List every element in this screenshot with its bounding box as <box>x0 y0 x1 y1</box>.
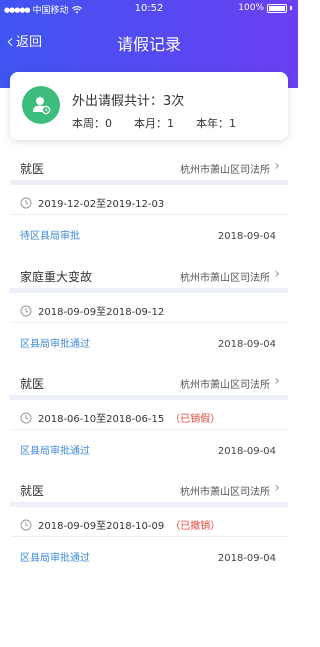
leave-record-card: 就医 杭州市萧山区司法所 › 2018-06-10至2018-06-15 （已销… <box>0 367 298 472</box>
section-divider <box>10 180 288 185</box>
judicial-office: 杭州市萧山区司法所 <box>180 487 270 498</box>
section-divider <box>10 502 288 507</box>
leave-record-card: 就医 杭州市萧山区司法所 › 2018-09-09至2018-10-09 （已撤… <box>0 474 298 579</box>
record-header[interactable]: 家庭重大变故 杭州市萧山区司法所 › <box>0 260 298 290</box>
leave-type: 就医 <box>20 162 45 176</box>
row-divider <box>10 322 288 323</box>
leave-period: 2018-09-09至2018-09-12 <box>20 303 170 318</box>
apply-date: 2018-09-04 <box>217 446 276 457</box>
month-count: 本月：1 <box>134 117 174 130</box>
approval-status: 区县局审批通过 <box>20 446 90 457</box>
total-leave-count: 外出请假共计：3次 <box>72 94 185 109</box>
status-bar: ●●●●● 中国移动 10:52 100% <box>0 0 298 18</box>
chevron-right-icon: › <box>274 266 280 282</box>
clock-icon <box>20 305 32 316</box>
year-count: 本年：1 <box>196 117 236 130</box>
leave-user-icon <box>22 86 60 124</box>
status-right: 100% <box>238 3 292 13</box>
leave-record-card: 家庭重大变故 杭州市萧山区司法所 › 2018-09-09至2018-09-12… <box>0 260 298 365</box>
clock-icon <box>20 197 32 208</box>
approval-status: 区县局审批通过 <box>20 553 90 564</box>
leave-period: 2018-06-10至2018-06-15 （已销假） <box>20 410 220 425</box>
judicial-office: 杭州市萧山区司法所 <box>180 380 270 391</box>
summary-card: 外出请假共计：3次 本周：0 本月：1 本年：1 <box>10 72 288 140</box>
person-icon <box>33 97 51 115</box>
apply-date: 2018-09-04 <box>217 553 276 564</box>
section-divider <box>10 288 288 293</box>
chevron-right-icon: › <box>274 373 280 389</box>
apply-date: 2018-09-04 <box>217 231 276 242</box>
battery-tip <box>290 6 292 10</box>
leave-dates: 2018-09-09至2018-10-09 <box>38 521 165 532</box>
record-header[interactable]: 就医 杭州市萧山区司法所 › <box>0 152 298 182</box>
chevron-right-icon: › <box>274 158 280 174</box>
page-title: 请假记录 <box>116 35 181 54</box>
row-divider <box>10 536 288 537</box>
leave-flag: （已销假） <box>170 414 221 425</box>
approval-status: 待区县局审批 <box>20 231 80 242</box>
leave-type: 就医 <box>20 484 45 498</box>
leave-type: 就医 <box>20 377 45 391</box>
row-divider <box>10 214 288 215</box>
navigation-bar: ‹ 返回 请假记录 <box>0 26 298 56</box>
judicial-office: 杭州市萧山区司法所 <box>180 273 270 284</box>
judicial-office: 杭州市萧山区司法所 <box>180 165 270 176</box>
record-header[interactable]: 就医 杭州市萧山区司法所 › <box>0 474 298 504</box>
section-divider <box>10 395 288 400</box>
apply-date: 2018-09-04 <box>217 339 276 350</box>
approval-status: 区县局审批通过 <box>20 339 90 350</box>
row-divider <box>10 429 288 430</box>
leave-record-card: 就医 杭州市萧山区司法所 › 2019-12-02至2019-12-03 待区县… <box>0 152 298 257</box>
leave-flag: （已撤销） <box>170 521 221 532</box>
clock-icon <box>20 412 32 423</box>
leave-dates: 2019-12-02至2019-12-03 <box>38 199 165 210</box>
chevron-right-icon: › <box>274 480 280 496</box>
battery-percent: 100% <box>238 3 264 13</box>
leave-type: 家庭重大变故 <box>20 270 93 284</box>
battery-icon <box>267 3 287 13</box>
week-count: 本周：0 <box>72 117 112 130</box>
clock-icon <box>20 519 32 530</box>
leave-dates: 2018-06-10至2018-06-15 <box>38 414 165 425</box>
leave-stats: 本周：0 本月：1 本年：1 <box>72 115 236 131</box>
leave-dates: 2018-09-09至2018-09-12 <box>38 307 165 318</box>
leave-period: 2018-09-09至2018-10-09 （已撤销） <box>20 517 220 532</box>
record-header[interactable]: 就医 杭州市萧山区司法所 › <box>0 367 298 397</box>
leave-period: 2019-12-02至2019-12-03 <box>20 195 170 210</box>
